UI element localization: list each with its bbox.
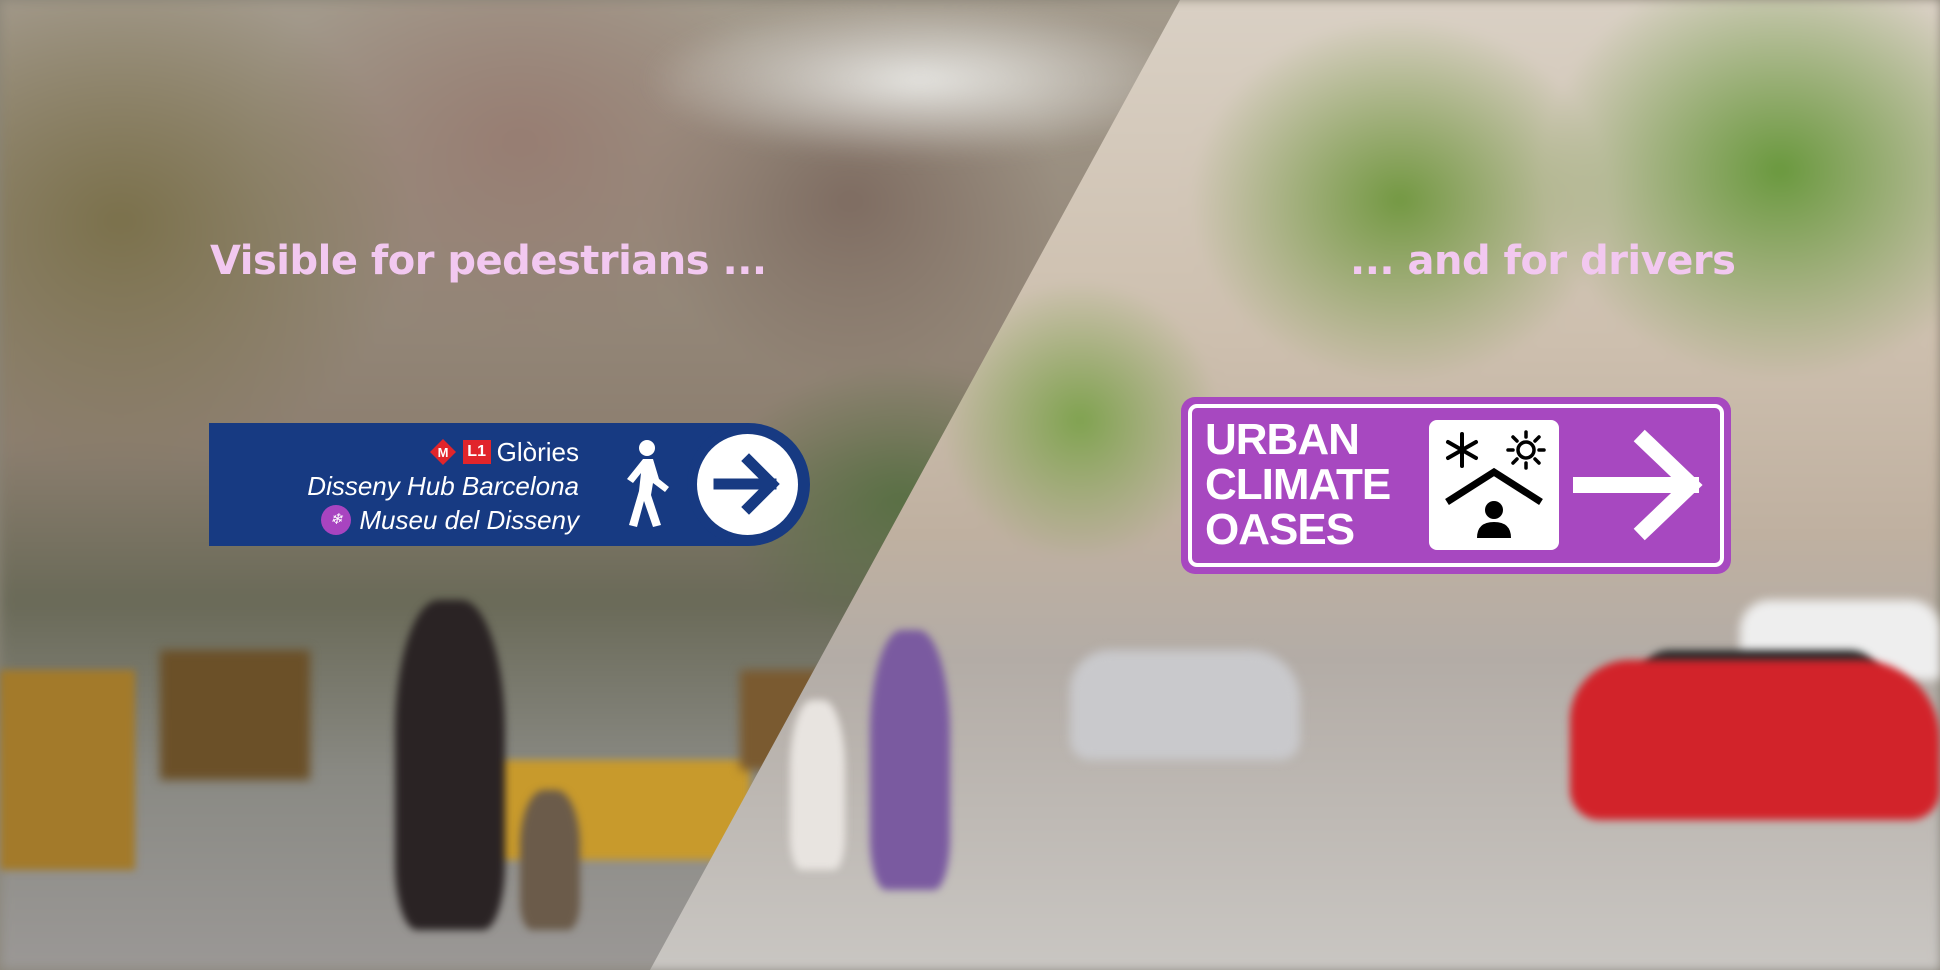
house-person-icon [1445,430,1546,538]
planter-box [160,650,310,780]
pedestrian-icon [627,440,669,527]
climate-shelter-icon-box [1429,420,1559,550]
arrow-right-icon [1573,429,1703,541]
pedestrians-heading: Visible for pedestrians ... [210,238,767,284]
destination-list: M L1 Glòries Disseny Hub Barcelona ❄ Mus… [307,435,579,537]
svg-text:M: M [437,445,448,460]
metro-line-badge: L1 [462,440,491,464]
snowflake-icon [1446,432,1478,468]
museum-icon: ❄ [321,505,352,535]
museum-row: ❄ Museu del Disseny [307,503,579,537]
driver-wayfinding-sign: URBAN CLIMATE OASES [1181,397,1731,574]
drivers-heading: ... and for drivers [1350,238,1736,284]
station-name: Glòries [496,437,579,467]
sign-title: URBAN CLIMATE OASES [1205,415,1391,554]
red-car [1570,660,1940,820]
metro-diamond-icon: M [429,439,456,465]
metro-row: M L1 Glòries [307,435,579,469]
sign-title-line: URBAN [1205,415,1360,464]
silver-car [1070,650,1300,760]
sign-title-line: CLIMATE [1205,460,1391,509]
walking-woman-figure [790,700,845,870]
destination-museu: Museu del Disseny [359,505,579,535]
pedestrian-wayfinding-sign: M L1 Glòries Disseny Hub Barcelona ❄ Mus… [209,423,810,546]
walking-man-figure [870,630,950,890]
arrow-circle [697,434,798,535]
child-figure [520,790,580,930]
sun-icon [1506,430,1546,470]
planter-box [0,670,135,870]
destination-disseny-hub: Disseny Hub Barcelona [307,471,579,501]
arrow-right-icon [713,453,780,515]
sign-title-line: OASES [1205,505,1355,554]
pedestrian-figure [395,600,505,930]
